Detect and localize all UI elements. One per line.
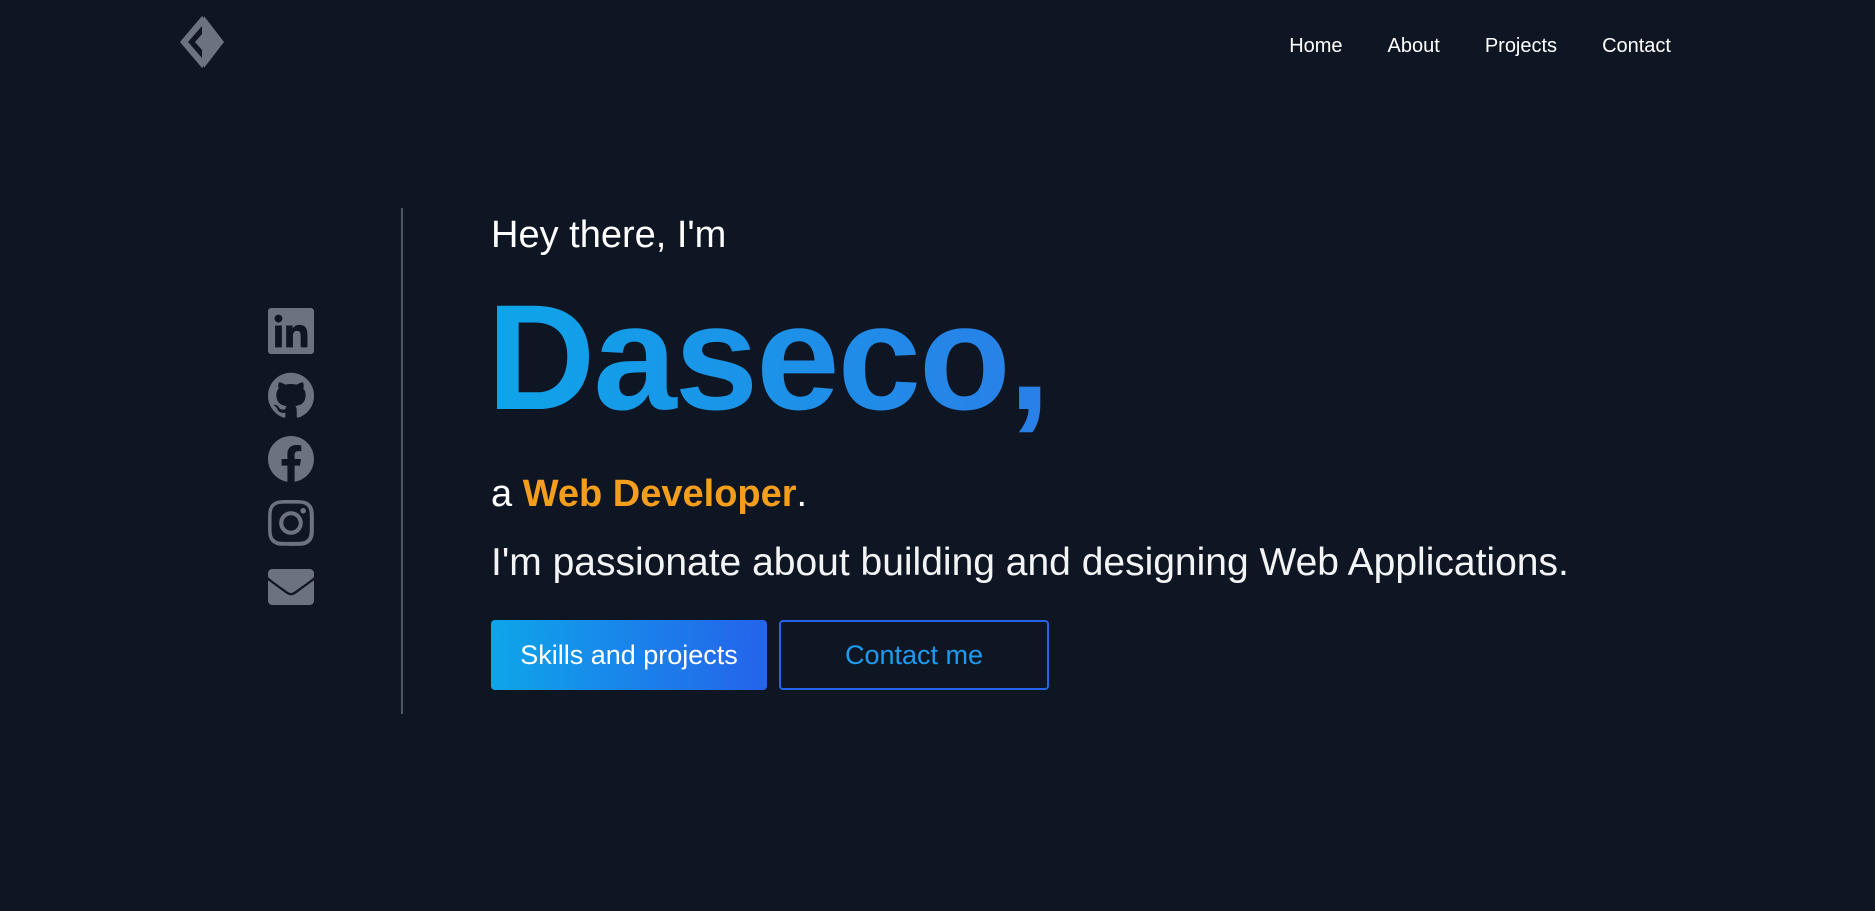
diamond-arrow-logo-icon[interactable] [178, 14, 226, 70]
mail-icon[interactable] [268, 564, 314, 610]
role-prefix: a [491, 473, 523, 515]
social-links [268, 308, 316, 628]
nav-contact[interactable]: Contact [1602, 33, 1671, 59]
hero-name: Daseco, [487, 273, 1050, 441]
role-line: a Web Developer. [491, 470, 1691, 518]
nav-about[interactable]: About [1388, 33, 1440, 59]
vertical-divider [401, 208, 403, 714]
contact-me-button[interactable]: Contact me [779, 620, 1049, 690]
skills-and-projects-button[interactable]: Skills and projects [491, 620, 767, 690]
linkedin-icon[interactable] [268, 308, 314, 354]
greeting-text: Hey there, I'm [491, 214, 727, 256]
hero-buttons: Skills and projects Contact me [491, 620, 1691, 690]
role-suffix: . [796, 473, 808, 515]
main-nav: Home About Projects Contact [1244, 33, 1671, 59]
instagram-icon[interactable] [268, 500, 314, 546]
nav-projects[interactable]: Projects [1485, 33, 1557, 59]
facebook-icon[interactable] [268, 436, 314, 482]
role-highlight: Web Developer [522, 473, 797, 515]
hero-section: Hey there, I'm Daseco, a Web Developer. … [487, 210, 1691, 690]
github-icon[interactable] [268, 372, 315, 418]
page: Home About Projects Contact Hey there, I… [0, 0, 1875, 911]
tagline-text: I'm passionate about building and design… [491, 541, 1569, 584]
nav-home[interactable]: Home [1289, 33, 1342, 59]
